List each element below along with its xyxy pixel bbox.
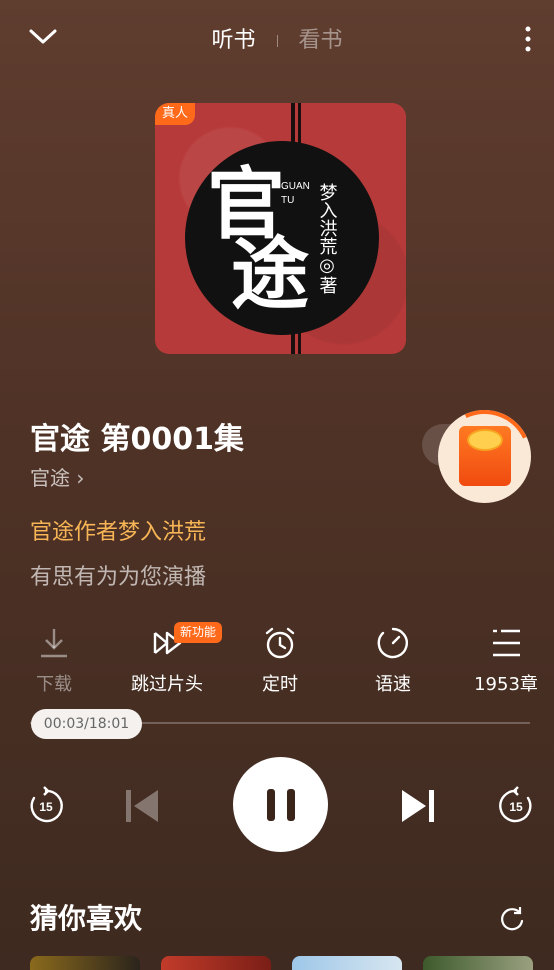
previous-track-icon[interactable] [122,786,162,826]
recommendation-thumb[interactable] [161,956,271,970]
listen-read-tabs: 听书 看书 [0,22,554,54]
refresh-icon[interactable] [498,905,526,933]
tab-divider [276,35,278,47]
cover-art: 官 途 GUAN TU 梦入洪荒◎著 [207,159,338,320]
real-person-badge: 真人 [155,103,196,125]
skip-intro-label: 跳过片头 [131,674,203,695]
download-button[interactable]: 下载 [4,626,104,696]
cover-latin-2: TU [281,195,294,206]
pause-icon [267,789,295,821]
gold-coin-icon [467,429,503,451]
recommendation-thumb[interactable] [292,956,402,970]
forward-15-icon[interactable]: 15 [496,786,536,826]
chapter-list-button[interactable]: 1953章 [456,626,554,696]
book-link[interactable]: 官途 › [30,462,84,491]
author-line[interactable]: 官途作者梦入洪荒 [30,514,206,546]
timer-button[interactable]: 定时 [230,626,330,696]
forward-seconds: 15 [509,800,523,814]
chapter-count-label: 1953章 [474,674,538,695]
timer-label: 定时 [262,674,298,695]
progress-knob[interactable]: 00:03/18:01 [31,709,142,739]
cover-latin-1: GUAN [281,181,310,192]
recommendation-thumb[interactable] [423,956,533,970]
tab-read[interactable]: 看书 [299,28,343,53]
cover-author-vertical: 梦入洪荒◎著 [317,183,338,294]
speed-icon [377,627,408,659]
pause-button[interactable] [233,757,328,852]
next-track-icon[interactable] [398,786,438,826]
alarm-clock-icon [265,627,295,659]
tab-listen[interactable]: 听书 [211,28,255,53]
download-icon [41,629,67,658]
speed-button[interactable]: 语速 [343,626,443,696]
more-vertical-icon[interactable] [518,24,538,54]
speed-label: 语速 [375,674,411,695]
recommendations-title: 猜你喜欢 [30,902,143,935]
narrator-line: 有思有为为您演播 [30,565,207,590]
chapter-list-icon [493,629,520,657]
rewind-seconds: 15 [39,800,53,814]
download-label: 下载 [36,674,72,695]
cover-title-char-2: 途 [231,229,309,320]
book-cover[interactable]: 官 途 GUAN TU 梦入洪荒◎著 [155,103,406,354]
episode-title: 官途 第0001集 [30,422,244,457]
rewind-15-icon[interactable]: 15 [26,786,66,826]
recommendation-thumb[interactable] [30,956,140,970]
new-feature-badge: 新功能 [174,622,223,643]
